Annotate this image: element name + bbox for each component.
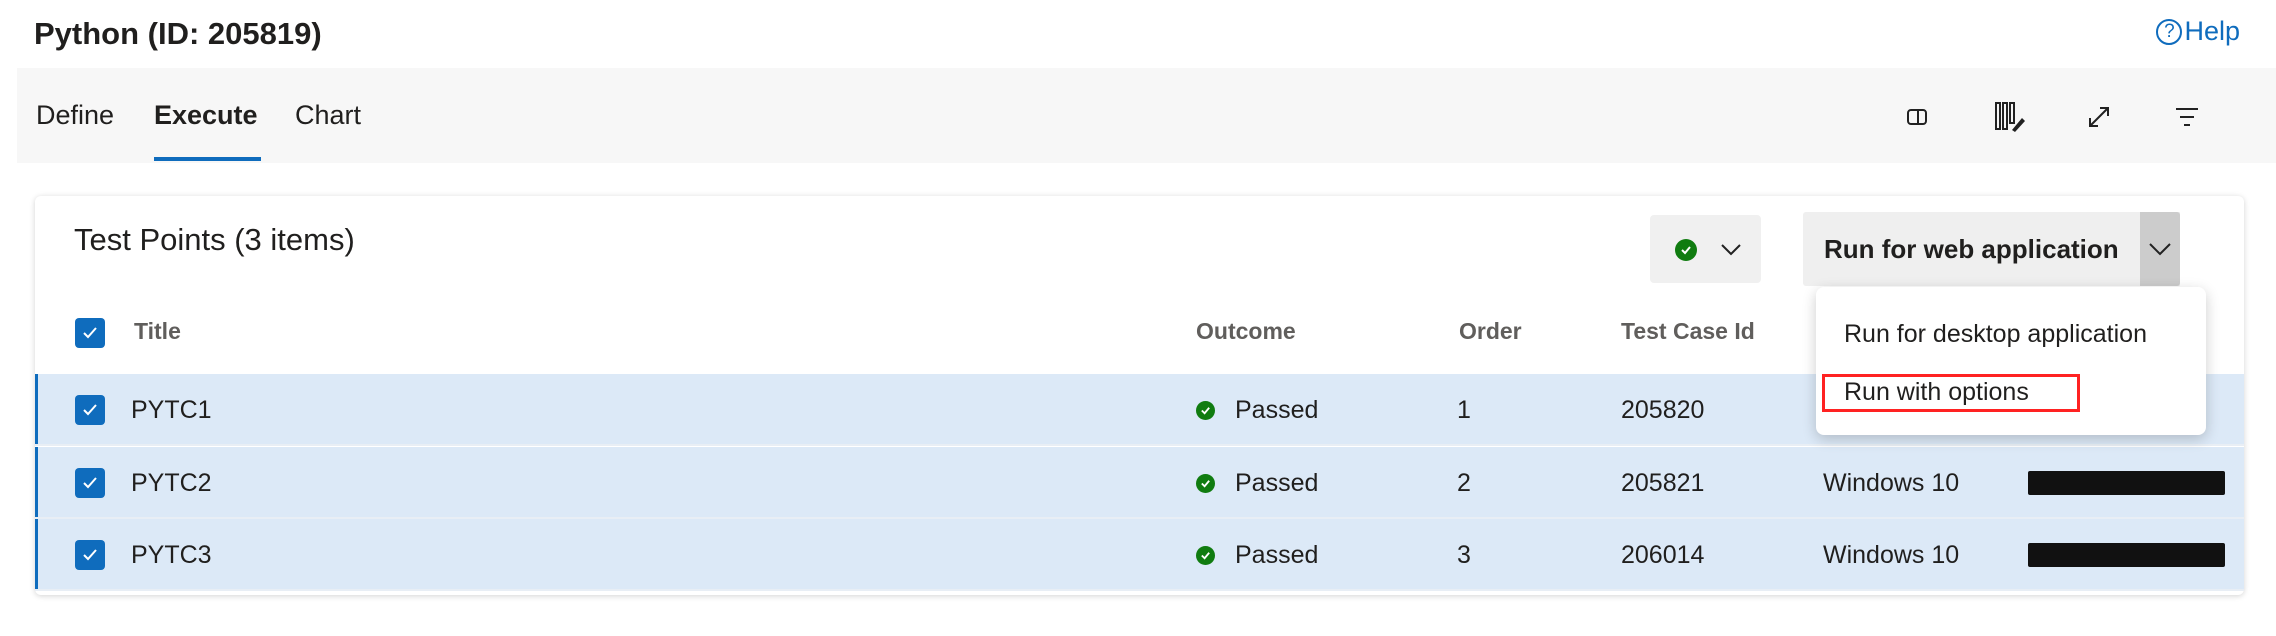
outcome-filter-dropdown[interactable] xyxy=(1650,215,1761,283)
passed-icon xyxy=(1196,474,1215,493)
expand-icon[interactable] xyxy=(2082,100,2116,134)
help-icon: ? xyxy=(2156,18,2183,45)
passed-icon xyxy=(1675,239,1697,261)
menu-item-run-desktop[interactable]: Run for desktop application xyxy=(1844,320,2147,349)
column-options-icon[interactable] xyxy=(1992,100,2026,134)
row-outcome: Passed xyxy=(1235,396,1319,424)
row-outcome: Passed xyxy=(1235,469,1319,497)
row-title[interactable]: PYTC3 xyxy=(131,541,212,570)
chevron-down-icon xyxy=(2149,243,2171,256)
redacted-tester xyxy=(2028,543,2225,567)
run-button-label: Run for web application xyxy=(1824,234,2119,264)
tab-execute[interactable]: Execute xyxy=(154,100,258,131)
row-test-case-id: 205820 xyxy=(1621,396,1705,424)
select-all-checkbox[interactable] xyxy=(75,318,105,348)
passed-icon xyxy=(1196,401,1215,420)
card-title: Test Points (3 items) xyxy=(74,222,355,257)
row-order: 3 xyxy=(1457,541,1471,569)
chevron-down-icon xyxy=(1721,244,1741,256)
column-header-test-case-id[interactable]: Test Case Id xyxy=(1621,318,1755,345)
row-title[interactable]: PYTC2 xyxy=(131,469,212,498)
row-outcome: Passed xyxy=(1235,541,1319,569)
run-options-menu: Run for desktop application Run with opt… xyxy=(1816,287,2206,435)
filter-icon[interactable] xyxy=(2170,100,2204,134)
row-test-case-id: 206014 xyxy=(1621,541,1705,569)
highlight-box xyxy=(1822,374,2080,412)
row-order: 1 xyxy=(1457,396,1471,424)
row-checkbox[interactable] xyxy=(75,395,105,425)
column-header-title[interactable]: Title xyxy=(134,318,181,345)
side-pane-icon[interactable] xyxy=(1900,100,1934,134)
page-title: Python (ID: 205819) xyxy=(34,16,322,51)
help-label: Help xyxy=(2184,16,2240,46)
column-header-order[interactable]: Order xyxy=(1459,318,1522,345)
help-link[interactable]: ? Help xyxy=(2156,16,2240,47)
row-configuration: Windows 10 xyxy=(1823,541,1960,569)
tab-chart[interactable]: Chart xyxy=(295,100,361,131)
row-configuration: Windows 10 xyxy=(1823,469,1960,497)
table-row[interactable]: PYTC3 Passed 3 206014 Windows 10 xyxy=(35,519,2244,591)
table-row[interactable]: PYTC2 Passed 2 205821 Windows 10 xyxy=(35,447,2244,519)
redacted-tester xyxy=(2028,471,2225,495)
row-checkbox[interactable] xyxy=(75,540,105,570)
column-header-outcome[interactable]: Outcome xyxy=(1196,318,1296,345)
row-checkbox[interactable] xyxy=(75,468,105,498)
active-tab-indicator xyxy=(154,157,261,161)
row-test-case-id: 205821 xyxy=(1621,469,1705,497)
run-options-toggle[interactable] xyxy=(2140,212,2180,286)
tab-define[interactable]: Define xyxy=(36,100,114,131)
passed-icon xyxy=(1196,546,1215,565)
row-order: 2 xyxy=(1457,469,1471,497)
row-title[interactable]: PYTC1 xyxy=(131,396,212,425)
